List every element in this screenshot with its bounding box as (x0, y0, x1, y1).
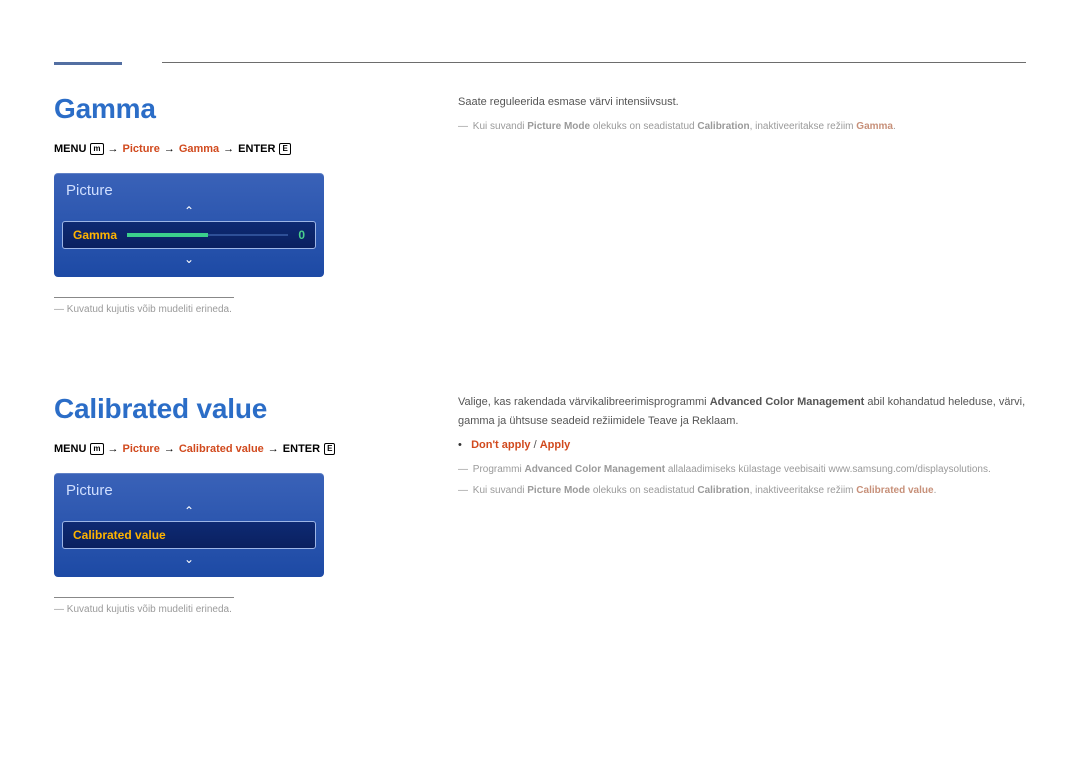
crumb-enter: ENTER (238, 143, 275, 155)
t: Calibrated value (856, 485, 933, 496)
menu-icon: m (90, 143, 103, 155)
osd-item-gamma[interactable]: Gamma 0 (62, 221, 316, 249)
chevron-up-icon[interactable]: ⌃ (54, 203, 324, 219)
left-column: Gamma MENU m → Picture → Gamma → ENTER E… (54, 93, 354, 315)
t: Advanced Color Management (710, 396, 865, 408)
image-note-text: Kuvatud kujutis võib mudeliti erineda. (67, 304, 232, 315)
t: Picture Mode (527, 121, 590, 132)
image-note-text: Kuvatud kujutis võib mudeliti erineda. (67, 604, 232, 615)
header-accent-rule (54, 62, 122, 65)
crumb-picture: Picture (123, 443, 160, 455)
page: Gamma MENU m → Picture → Gamma → ENTER E… (0, 0, 1080, 655)
right-column: Saate reguleerida esmase värvi intensiiv… (458, 93, 1026, 315)
header-rule (162, 62, 1026, 63)
arrow-icon: → (268, 443, 279, 455)
osd-panel: Picture ⌃ Calibrated value ⌄ (54, 473, 324, 577)
t: Picture Mode (527, 485, 590, 496)
description: Valige, kas rakendada värvikalibreerimis… (458, 393, 1026, 430)
osd-panel: Picture ⌃ Gamma 0 ⌄ (54, 173, 324, 277)
crumb-menu: MENU (54, 143, 86, 155)
chevron-down-icon[interactable]: ⌄ (54, 251, 324, 267)
t: . (893, 121, 896, 132)
osd-title: Picture (54, 173, 324, 203)
note-download: ― Programmi Advanced Color Management al… (458, 461, 1026, 478)
arrow-icon: → (108, 143, 119, 155)
image-note: ― Kuvatud kujutis võib mudeliti erineda. (54, 604, 354, 615)
enter-icon: E (324, 443, 335, 455)
chevron-up-icon[interactable]: ⌃ (54, 503, 324, 519)
crumb-menu: MENU (54, 443, 86, 455)
note-rule (54, 597, 234, 598)
note-rule (54, 297, 234, 298)
t: , inaktiveeritakse režiim (750, 485, 857, 496)
option-apply: Apply (540, 439, 571, 451)
note-calibration: ― Kui suvandi Picture Mode olekuks on se… (458, 482, 1026, 499)
t: , inaktiveeritakse režiim (750, 121, 857, 132)
section-calibrated: Calibrated value MENU m → Picture → Cali… (54, 393, 1026, 615)
t: Valige, kas rakendada värvikalibreerimis… (458, 396, 710, 408)
enter-icon: E (279, 143, 290, 155)
option-dont-apply: Don't apply (471, 439, 530, 451)
t: Kui suvandi (473, 485, 527, 496)
section-title: Gamma (54, 93, 354, 125)
arrow-icon: → (164, 143, 175, 155)
menu-path: MENU m → Picture → Gamma → ENTER E (54, 143, 354, 155)
menu-path: MENU m → Picture → Calibrated value → EN… (54, 443, 354, 455)
chevron-down-icon[interactable]: ⌄ (54, 551, 324, 567)
t: Programmi (473, 464, 525, 475)
crumb-calibrated: Calibrated value (179, 443, 264, 455)
t: olekuks on seadistatud (590, 485, 697, 496)
t: Calibration (697, 121, 749, 132)
section-title: Calibrated value (54, 393, 354, 425)
menu-icon: m (90, 443, 103, 455)
osd-title: Picture (54, 473, 324, 503)
note-calibration: ― Kui suvandi Picture Mode olekuks on se… (458, 118, 1026, 135)
option-sep: / (531, 439, 540, 451)
arrow-icon: → (164, 443, 175, 455)
osd-item-calibrated[interactable]: Calibrated value (62, 521, 316, 549)
arrow-icon: → (108, 443, 119, 455)
osd-item-label: Calibrated value (73, 528, 166, 542)
gamma-slider[interactable] (127, 232, 288, 238)
t: Gamma (856, 121, 893, 132)
left-column: Calibrated value MENU m → Picture → Cali… (54, 393, 354, 615)
crumb-picture: Picture (123, 143, 160, 155)
osd-item-label: Gamma (73, 228, 117, 242)
t: . (934, 485, 937, 496)
t: Advanced Color Management (524, 464, 665, 475)
image-note: ― Kuvatud kujutis võib mudeliti erineda. (54, 304, 354, 315)
t: olekuks on seadistatud (590, 121, 697, 132)
description: Saate reguleerida esmase värvi intensiiv… (458, 93, 1026, 112)
t: allalaadimiseks külastage veebisaiti www… (665, 464, 991, 475)
t: Kui suvandi (473, 121, 527, 132)
osd-item-value: 0 (298, 228, 305, 242)
crumb-gamma: Gamma (179, 143, 219, 155)
slider-fill (127, 233, 208, 237)
t: Calibration (697, 485, 749, 496)
right-column: Valige, kas rakendada värvikalibreerimis… (458, 393, 1026, 615)
options-row: • Don't apply / Apply (458, 436, 1026, 455)
section-gamma: Gamma MENU m → Picture → Gamma → ENTER E… (54, 93, 1026, 315)
arrow-icon: → (223, 143, 234, 155)
crumb-enter: ENTER (283, 443, 320, 455)
